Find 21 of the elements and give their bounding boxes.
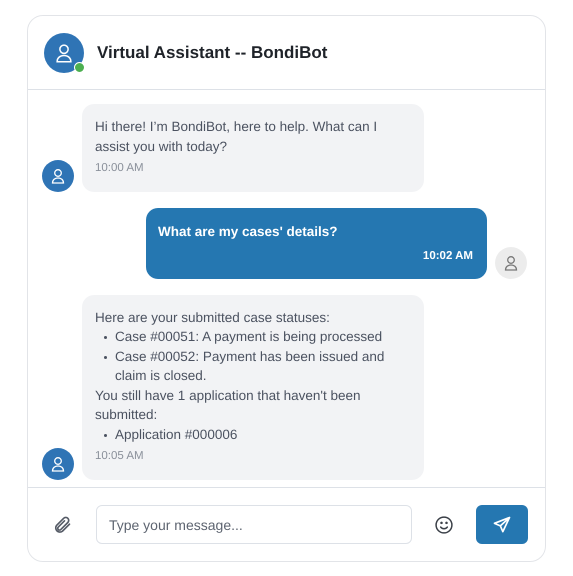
bot-avatar: [42, 448, 74, 480]
message-time: 10:02 AM: [422, 249, 473, 264]
message-text: Application #000006: [115, 426, 238, 444]
send-button[interactable]: [476, 505, 528, 544]
send-icon: [492, 514, 512, 534]
user-avatar: [495, 246, 527, 278]
bot-avatar: [42, 160, 74, 192]
message-time: 10:05 AM: [95, 449, 145, 464]
message-text: Case #00051: A payment is being processed: [115, 328, 382, 346]
message-input[interactable]: Type your message...: [96, 505, 412, 544]
message-text: You still have 1 application that haven't been submitted:: [95, 386, 362, 424]
message-text: What are my cases' details?: [158, 222, 339, 241]
message-text: Here are your submitted case statuses:: [95, 308, 331, 327]
message-text: Hi there! I’m BondiBot, here to help. What can I assist you with today?: [95, 118, 378, 156]
chat-title: Virtual Assistant -- BondiBot: [97, 42, 328, 62]
bullet-icon: [104, 336, 107, 339]
person-icon: [55, 42, 73, 62]
message-text: Case #00052: Payment has been issued and claim is closed.: [115, 348, 386, 385]
message-time: 10:00 AM: [95, 161, 145, 176]
bullet-icon: [104, 356, 107, 358]
bullet-icon: [104, 434, 107, 436]
